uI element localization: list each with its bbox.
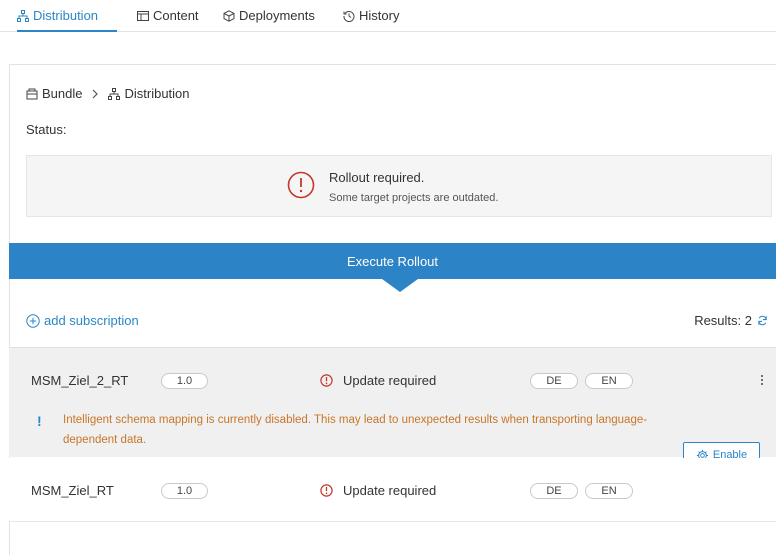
top-tab-bar: Distribution Content Deployments History (0, 0, 776, 32)
tab-deployments-label: Deployments (239, 8, 315, 23)
history-icon (343, 11, 355, 22)
schema-mapping-warning: Intelligent schema mapping is currently … (63, 414, 648, 446)
add-subscription-link[interactable]: add subscription (26, 313, 139, 328)
breadcrumb-distribution: Distribution (124, 86, 190, 101)
version-badge: 1.0 (161, 373, 208, 389)
tab-distribution-label: Distribution (33, 8, 99, 23)
add-subscription-label: add subscription (44, 313, 139, 328)
language-badge-de: DE (530, 483, 578, 499)
row-status-label: Update required (343, 373, 437, 388)
content-icon (137, 11, 149, 21)
breadcrumb-bundle[interactable]: Bundle (42, 86, 82, 101)
row-status-label: Update required (343, 483, 437, 498)
status-title: Rollout required. (329, 170, 425, 185)
tab-history[interactable]: History (343, 8, 399, 32)
version-badge: 1.0 (161, 483, 208, 499)
tab-distribution[interactable]: Distribution (17, 8, 117, 32)
bundle-icon (26, 88, 38, 99)
plus-circle-icon (26, 313, 40, 328)
alert-circle-icon (320, 374, 333, 387)
language-badge-de: DE (530, 373, 578, 389)
chevron-right-icon (93, 89, 99, 98)
status-box (26, 155, 772, 217)
results-count: Results: 2 (694, 313, 768, 328)
rollout-arrow (382, 279, 418, 292)
alert-circle-icon (320, 484, 333, 497)
execute-rollout-label: Execute Rollout (346, 253, 439, 269)
hierarchy-icon (108, 87, 121, 100)
tab-content[interactable]: Content (137, 8, 199, 32)
tab-content-label: Content (153, 8, 199, 23)
language-badge-en: EN (585, 373, 633, 389)
status-label: Status: (26, 122, 67, 137)
tab-history-label: History (359, 8, 400, 23)
tab-deployments[interactable]: Deployments (223, 8, 315, 32)
alert-circle-icon (287, 171, 315, 199)
more-options-icon[interactable] (758, 373, 766, 389)
package-icon (223, 10, 235, 22)
row-status: Update required (320, 483, 436, 498)
refresh-icon[interactable] (757, 315, 768, 326)
subscription-name: MSM_Ziel_2_RT (31, 373, 129, 388)
warning-icon: ! (37, 413, 42, 429)
language-badge-en: EN (585, 483, 633, 499)
subscription-name: MSM_Ziel_RT (31, 483, 114, 498)
hierarchy-icon (17, 10, 29, 22)
row-status: Update required (320, 373, 436, 388)
results-label: Results: 2 (694, 313, 752, 328)
status-subtitle: Some target projects are outdated. (329, 192, 499, 204)
execute-rollout-button[interactable]: Execute Rollout (9, 243, 776, 279)
breadcrumb: Bundle Distribution (26, 86, 190, 101)
